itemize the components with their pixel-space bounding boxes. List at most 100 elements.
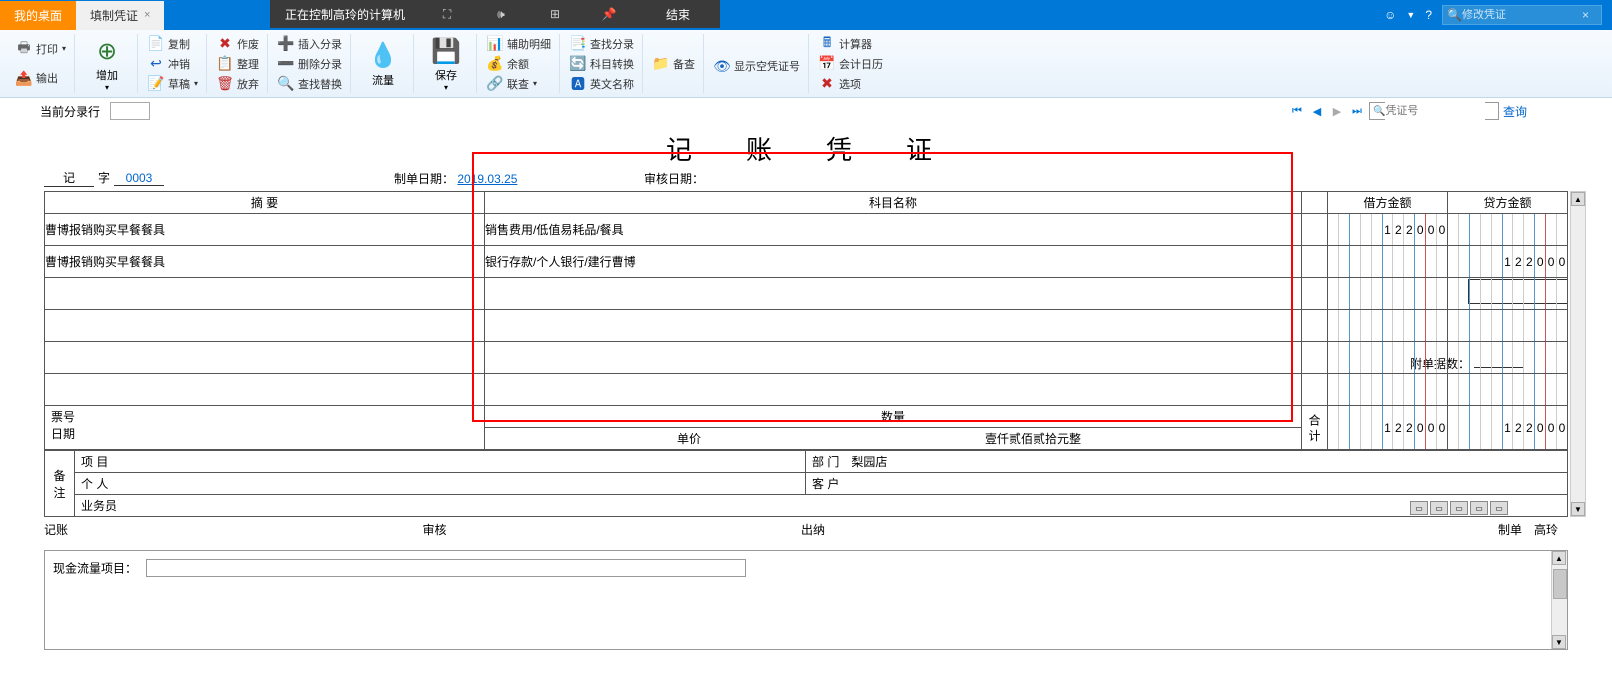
find-replace-button[interactable]: 🔍查找替换 — [276, 75, 344, 93]
credit-cell[interactable] — [1448, 342, 1568, 374]
flow-button[interactable]: 💧流量 — [359, 40, 407, 88]
summary-cell[interactable] — [45, 374, 485, 406]
acct-convert-button[interactable]: 🔄科目转换 — [568, 55, 636, 73]
mini-icon[interactable]: ▭ — [1410, 501, 1428, 515]
credit-cell[interactable] — [1448, 310, 1568, 342]
save-button[interactable]: 💾保存▾ — [422, 35, 470, 92]
scroll-thumb[interactable] — [1553, 569, 1567, 599]
account-cell[interactable] — [485, 310, 1302, 342]
scroll-down-icon[interactable]: ▼ — [1571, 502, 1585, 516]
nav-last-icon[interactable]: ⏭ — [1349, 103, 1365, 119]
audit-button[interactable]: 📁备查 — [651, 55, 697, 73]
summary-cell[interactable]: 曹博报销购买早餐餐具 — [45, 246, 485, 278]
credit-cell[interactable]: 122000 — [1448, 246, 1568, 278]
offset-button[interactable]: ↩冲销 — [146, 55, 200, 73]
table-row[interactable] — [45, 278, 1568, 310]
summary-cell[interactable]: 曹博报销购买早餐餐具 — [45, 214, 485, 246]
nav-first-icon[interactable]: ⏮ — [1289, 103, 1305, 119]
table-row[interactable] — [45, 342, 1568, 374]
nav-prev-icon[interactable]: ◀ — [1309, 103, 1325, 119]
debit-cell[interactable] — [1328, 342, 1448, 374]
nav-next-icon[interactable]: ▶ — [1329, 103, 1345, 119]
make-date-value[interactable]: 2019.03.25 — [457, 172, 517, 186]
tab-desktop[interactable]: 我的桌面 — [0, 1, 76, 30]
print-button[interactable]: 🖶打印 ▾ — [14, 40, 68, 58]
qty-cell[interactable] — [1302, 310, 1328, 342]
summary-cell[interactable] — [45, 310, 485, 342]
account-cell[interactable] — [485, 278, 1302, 310]
add-button[interactable]: ⊕增加▾ — [83, 35, 131, 92]
mini-icon[interactable]: ▭ — [1470, 501, 1488, 515]
eng-name-button[interactable]: 🅰英文名称 — [568, 75, 636, 93]
smile-icon[interactable]: ☺ — [1384, 8, 1396, 22]
account-cell[interactable] — [485, 342, 1302, 374]
mini-icon[interactable]: ▭ — [1430, 501, 1448, 515]
account-cell[interactable]: 银行存款/个人银行/建行曹博 — [485, 246, 1302, 278]
account-cell[interactable] — [485, 374, 1302, 406]
debit-cell[interactable] — [1328, 310, 1448, 342]
clear-icon[interactable]: × — [1582, 8, 1589, 22]
find-entry-button[interactable]: 📑查找分录 — [568, 35, 636, 53]
output-button[interactable]: 📤输出 — [14, 69, 68, 87]
remote-fullscreen-icon[interactable]: ⛶ — [435, 2, 459, 26]
arrange-button[interactable]: 📋整理 — [215, 55, 261, 73]
scroll-up-icon[interactable]: ▲ — [1571, 192, 1585, 206]
calendar-button[interactable]: 📅会计日历 — [817, 55, 885, 73]
query-link[interactable]: 查询 — [1503, 103, 1527, 120]
copy-button[interactable]: 📄复制 — [146, 35, 200, 53]
remote-sound-icon[interactable]: 🕪 — [489, 2, 513, 26]
options-button[interactable]: ✖选项 — [817, 75, 885, 93]
summary-cell[interactable] — [45, 342, 485, 374]
cross-check-button[interactable]: 🔗联查 ▾ — [485, 75, 553, 93]
void-button[interactable]: ✖作废 — [215, 35, 261, 53]
mini-icon[interactable]: ▭ — [1450, 501, 1468, 515]
qty-cell[interactable] — [1302, 374, 1328, 406]
voucher-number-search[interactable]: 🔍 — [1369, 102, 1499, 120]
qty-cell[interactable] — [1302, 214, 1328, 246]
account-cell[interactable]: 销售费用/低值易耗品/餐具 — [485, 214, 1302, 246]
remote-pin-icon[interactable]: 📌 — [597, 2, 621, 26]
dropdown-icon[interactable]: ▼ — [1406, 10, 1415, 20]
discard-button[interactable]: 🗑放弃 — [215, 75, 261, 93]
credit-cell[interactable] — [1448, 214, 1568, 246]
sig-mini-icons[interactable]: ▭▭▭▭▭ — [1410, 501, 1508, 515]
calculator-button[interactable]: 🖩计算器 — [817, 35, 885, 53]
remote-end-button[interactable]: 结束 — [651, 6, 705, 23]
qty-cell[interactable] — [1302, 246, 1328, 278]
debit-cell[interactable] — [1328, 374, 1448, 406]
current-entry-input[interactable] — [110, 102, 150, 120]
cashflow-scrollbar[interactable]: ▲ ▼ — [1551, 551, 1567, 649]
debit-cell[interactable] — [1328, 246, 1448, 278]
show-empty-button[interactable]: 👁显示空凭证号 — [712, 52, 802, 75]
search-input[interactable] — [1462, 9, 1582, 21]
table-row[interactable] — [45, 310, 1568, 342]
delete-entry-button[interactable]: ➖删除分录 — [276, 55, 344, 73]
help-icon[interactable]: ? — [1425, 8, 1432, 22]
scroll-up-icon[interactable]: ▲ — [1552, 551, 1566, 565]
table-scrollbar[interactable]: ▲ ▼ — [1570, 191, 1586, 517]
table-row[interactable] — [45, 374, 1568, 406]
close-icon[interactable]: × — [144, 9, 150, 21]
aux-detail-button[interactable]: 📊辅助明细 — [485, 35, 553, 53]
insert-entry-button[interactable]: ➕插入分录 — [276, 35, 344, 53]
voucher-number-input[interactable] — [1385, 102, 1485, 120]
summary-cell[interactable] — [45, 278, 485, 310]
voucher-number[interactable]: 0003 — [114, 171, 164, 186]
debit-cell[interactable] — [1328, 278, 1448, 310]
qty-cell[interactable] — [1302, 278, 1328, 310]
credit-cell[interactable] — [1448, 374, 1568, 406]
qty-cell[interactable] — [1302, 342, 1328, 374]
cashflow-input[interactable] — [146, 559, 746, 577]
debit-cell[interactable]: 122000 — [1328, 214, 1448, 246]
balance-button[interactable]: 💰余额 — [485, 55, 553, 73]
credit-cell[interactable] — [1448, 278, 1568, 310]
global-search[interactable]: 🔍 × — [1442, 5, 1602, 25]
remote-window-icon[interactable]: ⊞ — [543, 2, 567, 26]
scroll-down-icon[interactable]: ▼ — [1552, 635, 1566, 649]
table-row[interactable]: 曹博报销购买早餐餐具 银行存款/个人银行/建行曹博 122000 — [45, 246, 1568, 278]
tab-voucher[interactable]: 填制凭证 × — [76, 1, 164, 30]
dept-value[interactable]: 梨园店 — [851, 455, 887, 469]
mini-icon[interactable]: ▭ — [1490, 501, 1508, 515]
draft-button[interactable]: 📝草稿 ▾ — [146, 75, 200, 93]
table-row[interactable]: 曹博报销购买早餐餐具 销售费用/低值易耗品/餐具 122000 — [45, 214, 1568, 246]
